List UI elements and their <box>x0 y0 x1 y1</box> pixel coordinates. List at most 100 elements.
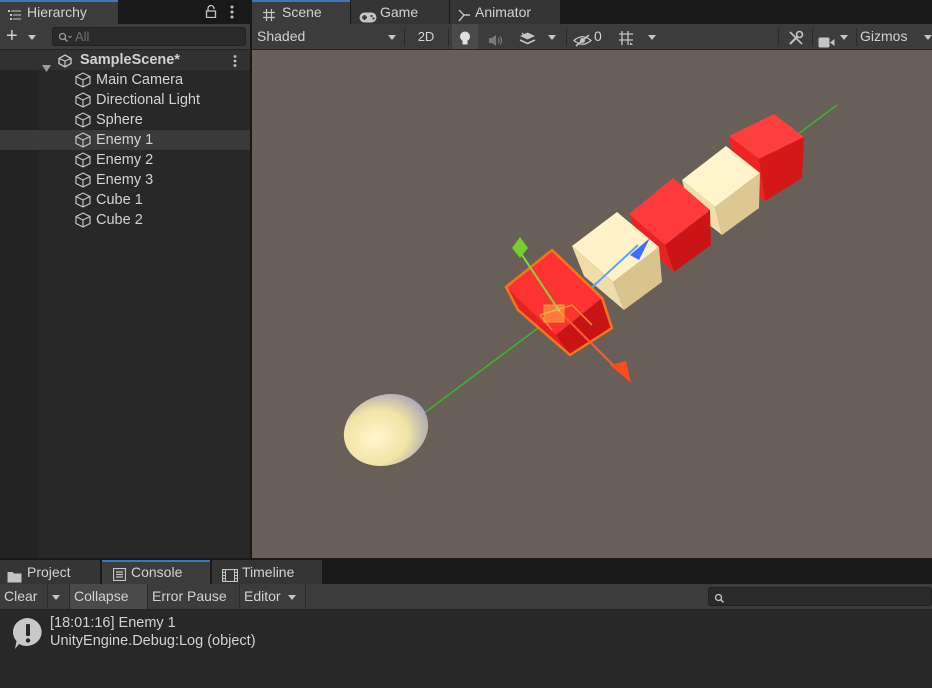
hierarchy-toolbar: + All <box>0 24 250 50</box>
scene-visibility-button[interactable]: 0 <box>570 24 608 49</box>
scene-row[interactable]: SampleScene* <box>0 50 250 72</box>
chevron-down-icon <box>52 594 60 600</box>
effects-dropdown[interactable] <box>542 24 564 49</box>
tab-game[interactable]: Game <box>351 0 449 24</box>
console-toolbar: Clear Collapse Error Pause Editor <box>0 584 932 610</box>
mode-2d-button[interactable]: 2D <box>410 24 442 49</box>
console-search-input[interactable] <box>708 587 932 606</box>
tab-timeline-label: Timeline <box>242 564 295 580</box>
toolbar-separator <box>566 28 567 46</box>
camera-settings-button[interactable] <box>814 24 854 49</box>
log-stacktrace: UnityEngine.Debug:Log (object) <box>50 633 256 649</box>
hierarchy-item-label: Enemy 3 <box>96 172 154 188</box>
chevron-down-icon <box>648 35 656 40</box>
hierarchy-item-label: Enemy 2 <box>96 152 154 168</box>
gameobject-cube-icon <box>74 112 92 128</box>
lock-icon[interactable] <box>205 4 217 21</box>
toolbar-separator <box>778 28 779 46</box>
hierarchy-item-cube-2[interactable]: Cube 2 <box>0 210 250 230</box>
gizmo-y-arrow[interactable] <box>512 237 528 258</box>
toolbar-separator <box>856 28 857 46</box>
grid-dropdown[interactable] <box>642 24 664 49</box>
hierarchy-item-sphere[interactable]: Sphere <box>0 110 250 130</box>
tab-hierarchy[interactable]: Hierarchy <box>0 0 118 24</box>
log-message: [18:01:16] Enemy 1 <box>50 615 176 631</box>
scene-toolbar: Shaded 2D 0 Gizmos <box>252 24 932 50</box>
gizmo-x-arrow[interactable] <box>610 361 631 383</box>
tab-animator-label: Animator <box>475 4 532 20</box>
hierarchy-item-label: Directional Light <box>96 92 200 108</box>
list-icon <box>8 6 21 20</box>
hierarchy-item-main-camera[interactable]: Main Camera <box>0 70 250 90</box>
log-entry[interactable]: [18:01:16] Enemy 1 UnityEngine.Debug:Log… <box>0 610 932 658</box>
hierarchy-search-input[interactable]: All <box>52 27 246 46</box>
lighting-toggle-button[interactable] <box>452 24 478 49</box>
hierarchy-item-label: Enemy 1 <box>96 132 154 148</box>
hierarchy-item-enemy-1[interactable]: Enemy 1 <box>0 130 250 150</box>
chevron-down-icon <box>28 35 36 40</box>
tab-console-label: Console <box>131 564 183 580</box>
tab-console[interactable]: Console <box>102 560 210 584</box>
mode-2d-label: 2D <box>417 29 435 44</box>
search-icon <box>714 591 725 607</box>
scene-canvas[interactable] <box>252 50 932 558</box>
toolbar-separator <box>448 28 449 46</box>
clear-button[interactable]: Clear <box>0 584 48 609</box>
draw-mode-value: Shaded <box>257 28 306 44</box>
clear-label: Clear <box>4 588 38 604</box>
add-button[interactable]: + <box>4 24 40 49</box>
scene-name: SampleScene* <box>80 52 180 68</box>
gameobject-cube-icon <box>74 92 92 108</box>
error-pause-button[interactable]: Error Pause <box>148 584 240 609</box>
chevron-down-icon <box>924 35 932 40</box>
draw-mode-dropdown[interactable]: Shaded <box>252 24 402 49</box>
hierarchy-tabbar: Hierarchy <box>0 0 250 24</box>
hierarchy-item-directional-light[interactable]: Directional Light <box>0 90 250 110</box>
scene-panel: Scene Game Animator Shaded 2D 0 Gizmos <box>252 0 932 558</box>
collapse-button[interactable]: Collapse <box>70 584 148 609</box>
scene-tabbar: Scene Game Animator <box>252 0 932 24</box>
tab-animator[interactable]: Animator <box>450 0 560 24</box>
tab-timeline[interactable]: Timeline <box>212 560 322 584</box>
chevron-down-icon <box>288 594 297 600</box>
tools-button[interactable] <box>782 24 810 49</box>
editor-dropdown[interactable]: Editor <box>240 584 306 609</box>
gameobject-cube-icon <box>74 192 92 208</box>
plus-icon: + <box>6 25 18 47</box>
hierarchy-item-label: Cube 1 <box>96 192 143 208</box>
sphere-object[interactable] <box>334 382 439 477</box>
audio-toggle-button[interactable] <box>482 24 510 49</box>
gizmo-center-handle[interactable] <box>543 304 565 323</box>
search-placeholder: All <box>75 29 90 44</box>
effects-toggle-button[interactable] <box>514 24 540 49</box>
kebab-menu-icon[interactable] <box>229 4 235 23</box>
hierarchy-tree: SampleScene* Main Camera Directional Lig… <box>0 50 250 558</box>
tab-hierarchy-label: Hierarchy <box>27 4 87 20</box>
gameobject-cube-icon <box>74 72 92 88</box>
hierarchy-item-label: Cube 2 <box>96 212 143 228</box>
gameobject-cube-icon <box>74 152 92 168</box>
hierarchy-item-label: Sphere <box>96 112 143 128</box>
tab-scene-label: Scene <box>282 4 322 20</box>
clear-options-dropdown[interactable] <box>48 584 70 609</box>
error-pause-label: Error Pause <box>152 588 227 604</box>
grid-toggle-button[interactable] <box>612 24 640 49</box>
chevron-down-icon <box>548 35 556 40</box>
hierarchy-item-enemy-3[interactable]: Enemy 3 <box>0 170 250 190</box>
gameobject-cube-icon <box>74 132 92 148</box>
gameobject-cube-icon <box>74 172 92 188</box>
tab-project[interactable]: Project <box>0 560 100 584</box>
gizmos-dropdown[interactable] <box>924 24 932 49</box>
scene-viewport[interactable] <box>252 50 932 558</box>
gizmos-button[interactable]: Gizmos <box>858 24 922 49</box>
hierarchy-item-enemy-2[interactable]: Enemy 2 <box>0 150 250 170</box>
hierarchy-panel: Hierarchy + All SampleScene* Main Camera… <box>0 0 250 558</box>
hierarchy-item-cube-1[interactable]: Cube 1 <box>0 190 250 210</box>
tab-scene[interactable]: Scene <box>252 0 350 24</box>
chevron-down-icon <box>840 35 848 40</box>
editor-label: Editor <box>244 588 281 604</box>
collapse-label: Collapse <box>74 588 129 604</box>
toolbar-separator <box>404 28 405 46</box>
console-panel: Project Console Timeline Clear Collapse … <box>0 560 932 688</box>
gizmos-label: Gizmos <box>860 28 908 44</box>
